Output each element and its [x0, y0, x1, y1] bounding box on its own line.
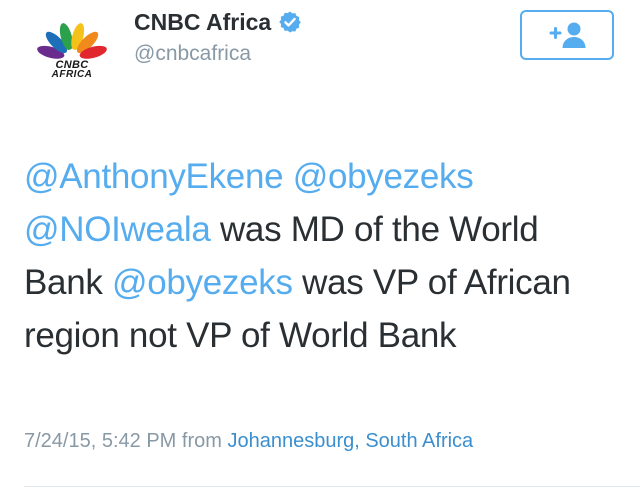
verified-badge-icon [279, 11, 301, 33]
tweet-meta: 7/24/15, 5:42 PM from Johannesburg, Sout… [24, 430, 473, 453]
avatar-wordmark: CNBC AFRICA [34, 60, 110, 80]
mention-link[interactable]: @obyezeks [293, 157, 474, 196]
user-handle[interactable]: @cnbcafrica [134, 42, 251, 66]
mention-link[interactable]: @AnthonyEkene [24, 157, 284, 196]
avatar-wordmark-line2: AFRICA [51, 69, 93, 80]
mention-link[interactable]: @obyezeks [112, 263, 293, 302]
name-row: CNBC Africa [134, 6, 302, 38]
mention-link[interactable]: @NOIweala [24, 210, 211, 249]
tweet-text: @AnthonyEkene @obyezeks @NOIweala was MD… [24, 150, 624, 362]
avatar[interactable]: CNBC AFRICA [34, 20, 110, 88]
display-name[interactable]: CNBC Africa [134, 9, 271, 36]
tweet-location-link[interactable]: Johannesburg, South Africa [227, 430, 473, 452]
follow-user-plus-icon [549, 22, 586, 48]
tweet-timestamp[interactable]: 7/24/15, 5:42 PM [24, 430, 176, 452]
tweet-text-segment [283, 157, 292, 196]
from-label: from [181, 430, 222, 452]
tweet-header: CNBC AFRICA CNBC Africa @cnbcafrica [0, 0, 640, 110]
nbc-peacock-logo-icon [37, 23, 107, 59]
follow-button[interactable] [520, 10, 614, 60]
divider [24, 486, 640, 487]
